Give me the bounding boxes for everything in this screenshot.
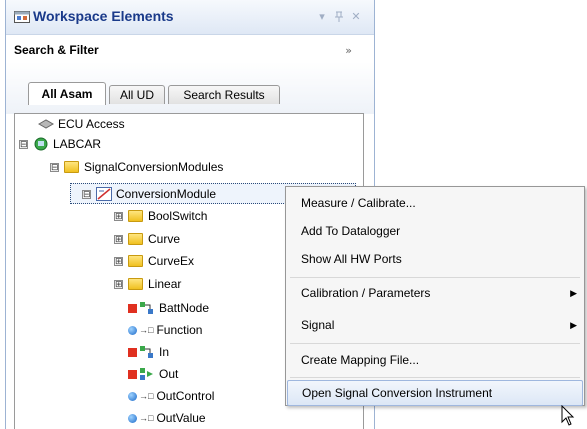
signal-icon: →□ [139, 391, 154, 401]
menu-separator [290, 343, 580, 344]
labcar-icon [34, 137, 48, 151]
tree-node-label: OutValue [156, 411, 206, 425]
tree-node-boolswitch[interactable]: ⊞ BoolSwitch [114, 206, 207, 226]
tree-node-label: OutControl [156, 389, 215, 403]
dropdown-icon[interactable]: ▾ [316, 11, 328, 23]
tree-node-label: BattNode [159, 301, 210, 315]
menu-item-label: Add To Datalogger [301, 224, 401, 238]
close-icon[interactable]: ✕ [350, 11, 362, 23]
expand-chevron-icon[interactable]: » [345, 44, 352, 57]
menu-item-label: Open Signal Conversion Instrument [302, 386, 493, 400]
submenu-arrow-icon: ▶ [570, 288, 577, 298]
expand-icon[interactable]: ⊞ [114, 279, 123, 289]
menu-item-show-all-hw-ports[interactable]: Show All HW Ports [287, 247, 583, 271]
folder-icon [128, 254, 144, 268]
menu-separator [290, 377, 580, 378]
menu-item-label: Signal [301, 318, 335, 332]
folder-icon [128, 232, 144, 246]
menu-item-measure-calibrate[interactable]: Measure / Calibrate... [287, 191, 583, 215]
folder-icon [128, 209, 144, 223]
blue-marker-icon [128, 325, 137, 335]
expand-icon[interactable]: ⊞ [114, 234, 123, 244]
context-menu: Measure / Calibrate... Add To Datalogger… [285, 186, 585, 406]
folder-icon [128, 277, 144, 291]
tree-node-label: Out [159, 367, 179, 381]
tree-node-label: ConversionModule [116, 187, 217, 201]
tree-node-label: SignalConversionModules [84, 160, 224, 174]
folder-icon [64, 160, 80, 174]
tree-node-out[interactable]: Out [128, 364, 178, 384]
menu-item-add-to-datalogger[interactable]: Add To Datalogger [287, 219, 583, 243]
tree-node-label: CurveEx [148, 254, 195, 268]
tree-node-conversionmodule[interactable]: ⊟ ConversionModule [82, 184, 216, 204]
tree-node-ecu-access[interactable]: ECU Access [38, 114, 125, 134]
menu-item-create-mapping-file[interactable]: Create Mapping File... [287, 348, 583, 372]
blue-marker-icon [128, 413, 137, 423]
mouse-cursor-icon [561, 405, 575, 426]
search-filter-label: Search & Filter [14, 43, 99, 57]
tree-node-in[interactable]: In [128, 342, 169, 362]
panel-titlebar: Workspace Elements ▾ ✕ [6, 0, 374, 35]
menu-separator [290, 277, 580, 278]
red-marker-icon [128, 369, 137, 379]
workspace-icon [14, 11, 30, 23]
tab-all-asam[interactable]: All Asam [28, 82, 106, 105]
menu-item-signal[interactable]: Signal ▶ [287, 313, 583, 337]
node-icon [140, 302, 153, 314]
tab-all-ud[interactable]: All UD [109, 85, 165, 104]
tree-node-label: Curve [148, 232, 181, 246]
tree-node-battnode[interactable]: BattNode [128, 298, 209, 318]
tree-node-label: Linear [148, 277, 182, 291]
menu-item-label: Measure / Calibrate... [301, 196, 416, 210]
tree-node-function[interactable]: →□ Function [128, 320, 202, 340]
tree-node-labcar[interactable]: ⊟ LABCAR [19, 134, 101, 154]
blue-marker-icon [128, 391, 137, 401]
tree-node-curve[interactable]: ⊞ Curve [114, 229, 180, 249]
expand-icon[interactable]: ⊞ [114, 256, 123, 266]
node-icon [140, 346, 153, 358]
tree-node-linear[interactable]: ⊞ Linear [114, 274, 181, 294]
signal-icon: →□ [139, 413, 154, 423]
tree-node-label: BoolSwitch [148, 209, 208, 223]
collapse-icon[interactable]: ⊟ [19, 139, 28, 149]
menu-item-label: Show All HW Ports [301, 252, 402, 266]
tree-node-label: ECU Access [58, 117, 125, 131]
search-filter-bar[interactable]: Search & Filter » [6, 35, 374, 63]
collapse-icon[interactable]: ⊟ [50, 162, 59, 172]
ecu-access-icon [38, 119, 54, 129]
collapse-icon[interactable]: ⊟ [82, 189, 91, 199]
tab-search-results[interactable]: Search Results [168, 85, 280, 104]
tree-node-label: In [159, 345, 170, 359]
tree-node-curveex[interactable]: ⊞ CurveEx [114, 251, 194, 271]
submenu-arrow-icon: ▶ [570, 320, 577, 330]
red-marker-icon [128, 303, 137, 313]
menu-item-open-signal-conversion-instrument[interactable]: Open Signal Conversion Instrument [287, 380, 583, 406]
tree-node-signalconversionmodules[interactable]: ⊟ SignalConversionModules [50, 157, 223, 177]
out-node-icon [140, 368, 153, 380]
menu-item-label: Calibration / Parameters [301, 286, 431, 300]
panel-title: Workspace Elements [33, 8, 174, 24]
conversion-module-icon [96, 187, 112, 201]
tree-node-label: LABCAR [53, 137, 102, 151]
tree-node-outcontrol[interactable]: →□ OutControl [128, 386, 214, 406]
pin-icon[interactable] [333, 11, 345, 23]
menu-item-calibration-parameters[interactable]: Calibration / Parameters ▶ [287, 281, 583, 305]
expand-icon[interactable]: ⊞ [114, 211, 123, 221]
tree-node-outvalue[interactable]: →□ OutValue [128, 408, 206, 428]
red-marker-icon [128, 347, 137, 357]
tree-node-label: Function [156, 323, 203, 337]
menu-item-label: Create Mapping File... [301, 353, 420, 367]
signal-icon: →□ [139, 325, 154, 335]
